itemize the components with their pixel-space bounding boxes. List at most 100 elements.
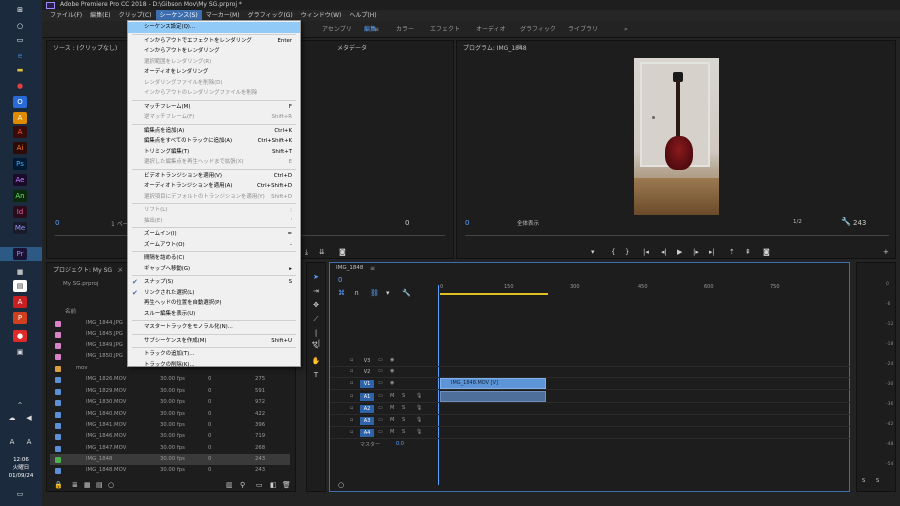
mic-icon[interactable]: 🎙: [416, 393, 422, 399]
track-label[interactable]: A3: [360, 417, 374, 425]
track-label[interactable]: V1: [360, 380, 374, 388]
menu-item[interactable]: ギャップへ移動(G) ▸: [128, 264, 300, 275]
edge-icon[interactable]: e: [13, 50, 27, 62]
chrome-icon[interactable]: ●: [13, 80, 27, 92]
track-label[interactable]: V2: [360, 368, 374, 376]
track-lock-icon[interactable]: ▫: [350, 417, 353, 423]
project-item[interactable]: IMG_1847.MOV 30.00 fps 0 268: [50, 443, 290, 454]
menu-item[interactable]: オーディオをレンダリング: [128, 67, 300, 78]
snap-icon[interactable]: ∩: [354, 289, 359, 297]
hand-tool-icon[interactable]: ✋: [311, 356, 321, 366]
menu-item[interactable]: 選択項目にデフォルトのトランジションを適用(Y) Shift+D: [128, 192, 300, 203]
project-panel-title[interactable]: プロジェクト: My SG: [53, 265, 112, 274]
find-icon[interactable]: ⚲: [240, 480, 245, 490]
acrobat-reader-icon[interactable]: A: [13, 296, 27, 308]
solo-right-button[interactable]: S: [876, 478, 879, 484]
solo-button[interactable]: S: [402, 405, 405, 411]
menu-window[interactable]: ウィンドウ(W): [297, 10, 346, 21]
folder-icon[interactable]: ▬: [13, 64, 27, 76]
metadata-tab[interactable]: メタデータ: [337, 43, 367, 52]
program-scrub-bar[interactable]: [465, 235, 889, 236]
tray-chevron-icon[interactable]: ^: [13, 400, 27, 412]
menu-item[interactable]: ズームイン(I) =: [128, 229, 300, 240]
menu-item[interactable]: レンダリングファイルを削除(D): [128, 78, 300, 89]
selection-tool-icon[interactable]: ➤: [311, 272, 321, 282]
app-icon-1[interactable]: A: [13, 112, 27, 124]
menu-item[interactable]: ズームアウト(O) -: [128, 240, 300, 251]
menu-item[interactable]: インからアウトのレンダリングファイルを削除: [128, 88, 300, 99]
mic-icon[interactable]: 🎙: [416, 417, 422, 423]
new-bin-icon[interactable]: ▭: [256, 480, 263, 490]
timeline-timecode[interactable]: 0: [338, 276, 342, 284]
powerpoint-icon[interactable]: P: [13, 312, 27, 324]
project-item[interactable]: IMG_1848 30.00 fps 0 243: [50, 454, 290, 465]
menu-item[interactable]: 編集点を追加(A) Ctrl+K: [128, 126, 300, 137]
menu-item[interactable]: 逆マッチフレーム(F) Shift+R: [128, 112, 300, 123]
solo-left-button[interactable]: S: [862, 478, 865, 484]
menu-item[interactable]: インからアウトでエフェクトをレンダリング Enter: [128, 36, 300, 47]
track-a1[interactable]: A1 ▫ ▭ M S 🎙: [330, 391, 850, 403]
menu-file[interactable]: ファイル(F): [46, 10, 86, 21]
video-clip-v1[interactable]: IMG_1848.MOV [V]: [440, 378, 546, 389]
search-icon[interactable]: ○: [13, 20, 27, 32]
project-item[interactable]: IMG_1830.MOV 30.00 fps 0 972: [50, 397, 290, 408]
mic-icon[interactable]: 🎙: [416, 429, 422, 435]
menu-item[interactable]: トラックの削除(K)...: [128, 360, 300, 371]
menu-item[interactable]: ビデオトランジションを適用(V) Ctrl+D: [128, 171, 300, 182]
track-a2[interactable]: A2 ▫ ▭ M S 🎙: [330, 403, 850, 415]
track-v2[interactable]: V2 ▫ ▭ ◉: [330, 366, 850, 378]
track-a3[interactable]: A3 ▫ ▭ M S 🎙: [330, 415, 850, 427]
clock[interactable]: 12:06 火曜日 01/09/24: [0, 456, 42, 480]
track-a4[interactable]: A4 ▫ ▭ M S 🎙: [330, 427, 850, 439]
automate-icon[interactable]: ▥: [226, 480, 233, 490]
name-column-header[interactable]: 名前: [65, 307, 76, 315]
fit-dropdown[interactable]: 全体表示: [517, 219, 539, 227]
workspace-graphics[interactable]: グラフィック: [520, 21, 556, 38]
workspace-audio[interactable]: オーディオ: [476, 21, 506, 38]
project-item[interactable]: IMG_1848.MOV 30.00 fps 0 243: [50, 465, 290, 476]
timeline-settings-icon[interactable]: 🔧: [402, 289, 411, 297]
app-icon-5[interactable]: ▣: [13, 346, 27, 358]
sync-lock-icon[interactable]: ▭: [378, 393, 383, 399]
outlook-icon[interactable]: O: [13, 96, 27, 108]
premiere-icon[interactable]: Pr: [13, 248, 27, 260]
menu-item[interactable]: ✔ スナップ(S) S: [128, 277, 300, 288]
eye-icon[interactable]: ◉: [390, 357, 394, 363]
track-lock-icon[interactable]: ▫: [350, 368, 353, 374]
menu-item[interactable]: 選択範囲をレンダリング(R): [128, 57, 300, 68]
add-marker-timeline-icon[interactable]: ▾: [386, 289, 390, 297]
menu-item[interactable]: サブシーケンスを作成(M) Shift+U: [128, 336, 300, 347]
solo-button[interactable]: S: [402, 417, 405, 423]
app-icon-2[interactable]: ■: [13, 266, 27, 278]
windows-start-icon[interactable]: ⊞: [13, 4, 27, 16]
solo-button[interactable]: S: [402, 429, 405, 435]
project-item[interactable]: IMG_1846.MOV 30.00 fps 0 719: [50, 431, 290, 442]
icon-view-icon[interactable]: ▦: [84, 480, 91, 490]
media-encoder-icon[interactable]: Me: [13, 222, 27, 234]
project-item[interactable]: IMG_1840.MOV 30.00 fps 0 422: [50, 409, 290, 420]
track-lock-icon[interactable]: ▫: [350, 429, 353, 435]
extract-icon[interactable]: ⇞: [745, 247, 751, 257]
sync-lock-icon[interactable]: ▭: [378, 380, 383, 386]
timeline-tab[interactable]: IMG_1848: [336, 265, 363, 271]
workspace-more-button[interactable]: »: [624, 21, 628, 38]
sync-lock-icon[interactable]: ▭: [378, 429, 383, 435]
animate-icon[interactable]: An: [13, 190, 27, 202]
eye-icon[interactable]: ◉: [390, 368, 394, 374]
sync-lock-icon[interactable]: ▭: [378, 417, 383, 423]
menu-item[interactable]: 編集点をすべてのトラックに追加(A) Ctrl+Shift+K: [128, 136, 300, 147]
menu-item[interactable]: 間隔を詰める(C): [128, 253, 300, 264]
solo-button[interactable]: S: [402, 393, 405, 399]
audio-clip-a1[interactable]: [440, 391, 546, 402]
workspace-menu-icon[interactable]: ≡: [374, 21, 379, 38]
menu-item[interactable]: シーケンス設定(Q)...: [128, 22, 300, 33]
export-frame-program-icon[interactable]: ◙: [763, 247, 770, 257]
program-menu-icon[interactable]: ≡: [517, 43, 522, 50]
track-select-tool-icon[interactable]: ⇥: [311, 286, 321, 296]
menu-item[interactable]: スルー編集を表示(U): [128, 309, 300, 320]
source-panel-title[interactable]: ソース : (クリップなし): [53, 43, 117, 52]
timeline-zoom-icon[interactable]: ○: [338, 481, 344, 489]
illustrator-icon[interactable]: Ai: [13, 142, 27, 154]
menu-edit[interactable]: 編集(E): [86, 10, 114, 21]
list-view-icon[interactable]: ≣: [72, 480, 78, 490]
